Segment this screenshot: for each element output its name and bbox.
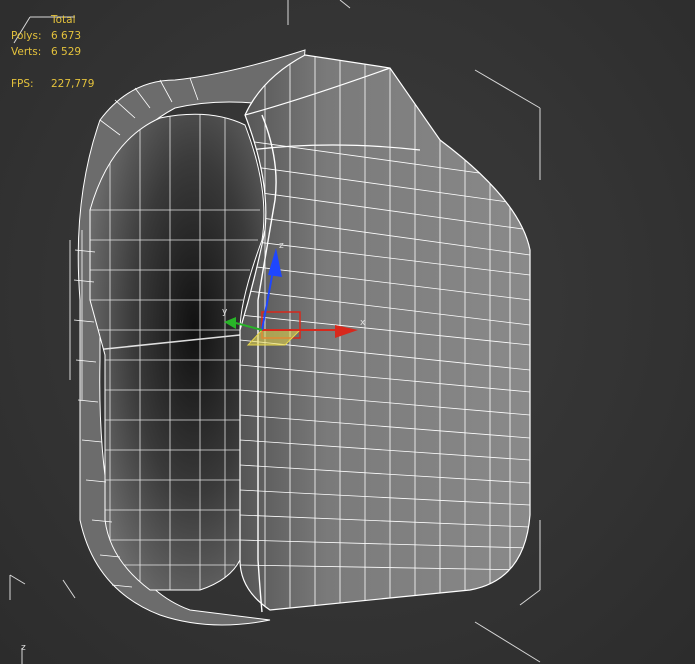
fps-value: 227,779 bbox=[51, 78, 95, 90]
verts-value: 6 529 bbox=[51, 46, 82, 58]
stats-header: Total bbox=[51, 14, 76, 26]
polys-value: 6 673 bbox=[51, 30, 82, 42]
front-face bbox=[239, 54, 531, 611]
polys-label: Polys: bbox=[11, 30, 42, 42]
wireframe-model[interactable] bbox=[0, 0, 695, 664]
viewport-perspective[interactable]: x y z z Total Polys: 6 673 Verts: 6 529 … bbox=[0, 0, 695, 664]
fps-label: FPS: bbox=[11, 78, 34, 90]
band-inner bbox=[89, 113, 265, 591]
verts-label: Verts: bbox=[11, 46, 42, 58]
